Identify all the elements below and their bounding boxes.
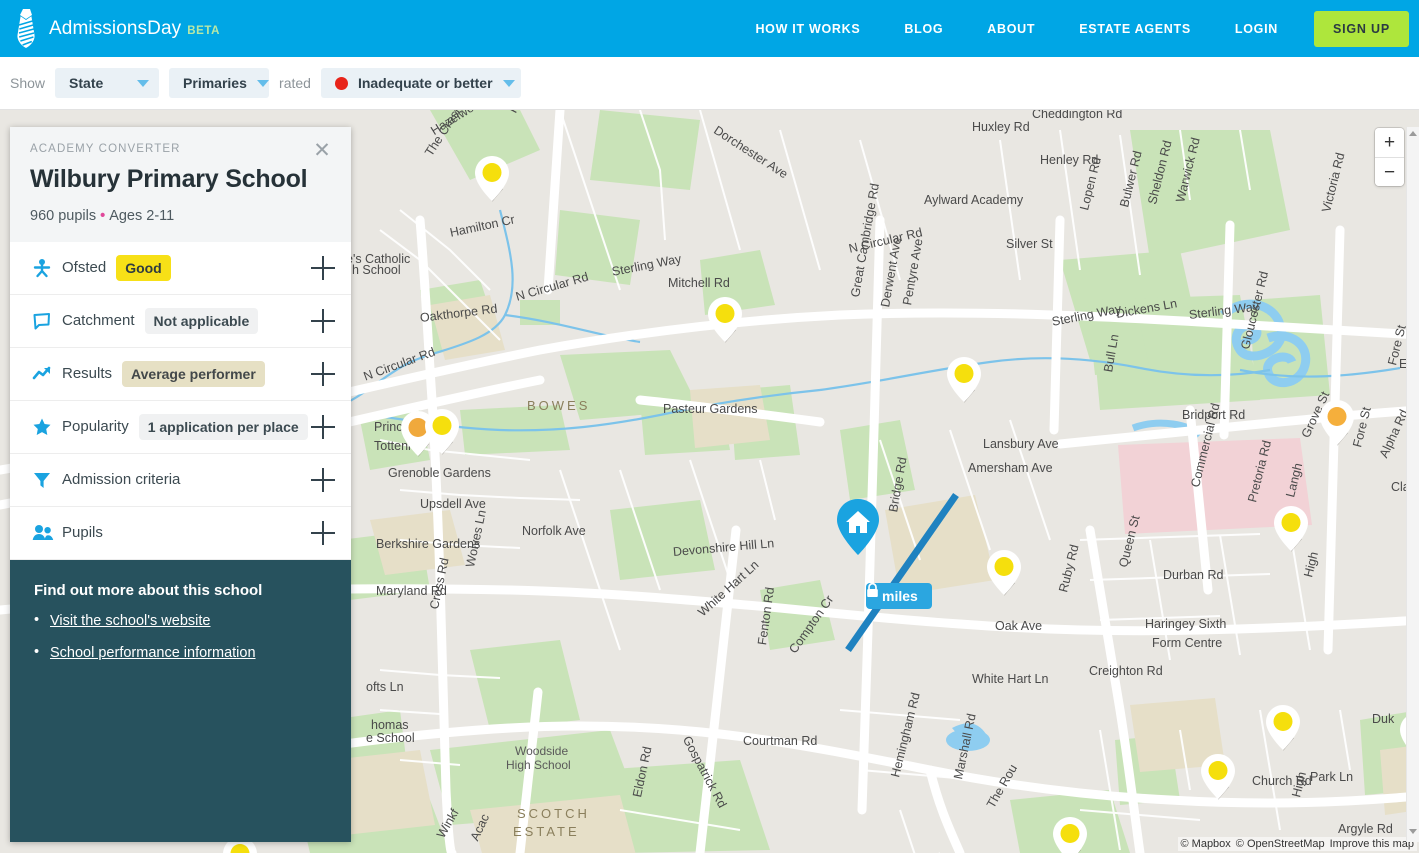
expand-pupils-button[interactable]: [311, 520, 335, 545]
brand-name: AdmissionsDay: [49, 17, 182, 39]
expand-results-button[interactable]: [311, 361, 335, 386]
row-label-results: Results: [62, 365, 113, 383]
expand-ofsted-button[interactable]: [311, 255, 335, 280]
phase-dropdown[interactable]: Primaries: [169, 68, 270, 98]
rating-value: Inadequate or better: [357, 75, 493, 91]
panel-scrollbar[interactable]: [1406, 127, 1419, 842]
age-range: Ages 2-11: [109, 207, 175, 224]
admission-funnel-icon: [32, 470, 58, 490]
school-type-kicker: ACADEMY CONVERTER: [30, 143, 181, 155]
home-pin-icon[interactable]: [835, 498, 881, 556]
catchment-value-badge: Not applicable: [144, 307, 259, 334]
school-pin-marker[interactable]: [707, 296, 743, 344]
nav-estate-agents[interactable]: ESTATE AGENTS: [1057, 22, 1213, 36]
beta-badge: BETA: [187, 24, 221, 37]
map-attribution: © Mapbox © OpenStreetMap Improve this ma…: [1177, 837, 1417, 851]
nav-about[interactable]: ABOUT: [965, 22, 1057, 36]
results-value-badge: Average performer: [122, 360, 265, 387]
school-attribute-rows: Ofsted Good Catchment Not applicable Res…: [10, 241, 351, 560]
results-trend-icon: [32, 364, 58, 384]
popularity-star-icon: [32, 417, 58, 437]
admissionsday-app: AdmissionsDay BETA HOW IT WORKS BLOG ABO…: [0, 0, 1419, 853]
school-pin-marker[interactable]: [1273, 505, 1309, 553]
rating-dot-icon: [334, 76, 348, 90]
school-meta: 960 pupils • Ages 2-11: [30, 208, 331, 224]
find-out-more-title: Find out more about this school: [34, 581, 263, 599]
chevron-down-icon: [256, 79, 269, 87]
row-ofsted[interactable]: Ofsted Good: [10, 242, 351, 295]
necktie-logo-icon: [12, 8, 40, 50]
row-admission-criteria[interactable]: Admission criteria: [10, 454, 351, 507]
school-pin-marker[interactable]: [424, 408, 460, 456]
scroll-up-arrow-icon[interactable]: [1409, 131, 1417, 136]
filter-bar: Show State Primaries rated Inadequate or…: [0, 57, 1419, 110]
list-item: Visit the school's website: [34, 612, 327, 629]
site-header: AdmissionsDay BETA HOW IT WORKS BLOG ABO…: [0, 0, 1419, 57]
zoom-out-button[interactable]: −: [1375, 157, 1404, 186]
main-nav: HOW IT WORKS BLOG ABOUT ESTATE AGENTS LO…: [733, 10, 1419, 47]
row-results[interactable]: Results Average performer: [10, 348, 351, 401]
nav-login[interactable]: LOGIN: [1213, 22, 1300, 36]
row-popularity[interactable]: Popularity 1 application per place: [10, 401, 351, 454]
nav-how-it-works[interactable]: HOW IT WORKS: [733, 22, 882, 36]
brand-logo[interactable]: AdmissionsDay BETA: [12, 8, 220, 50]
chevron-down-icon: [137, 79, 150, 87]
find-out-more-links: Visit the school's website School perfor…: [34, 612, 327, 661]
phase-value: Primaries: [183, 75, 247, 91]
find-out-more-section: Find out more about this school Visit th…: [10, 559, 351, 842]
row-label-catchment: Catchment: [62, 312, 135, 330]
funding-type-dropdown[interactable]: State: [55, 68, 160, 98]
school-pin-marker[interactable]: [1265, 704, 1301, 752]
list-item: School performance information: [34, 644, 327, 661]
show-label: Show: [10, 75, 46, 91]
row-label-ofsted: Ofsted: [62, 259, 107, 277]
funding-type-value: State: [69, 75, 104, 91]
school-detail-panel: ACADEMY CONVERTER Wilbury Primary School…: [10, 127, 351, 842]
close-icon[interactable]: ✕: [311, 140, 333, 163]
school-name: Wilbury Primary School: [30, 165, 308, 193]
school-website-link[interactable]: Visit the school's website: [50, 613, 210, 629]
school-performance-link[interactable]: School performance information: [50, 645, 256, 661]
row-label-pupils: Pupils: [62, 524, 103, 542]
school-pin-marker[interactable]: [986, 549, 1022, 597]
school-pin-marker[interactable]: [1200, 753, 1236, 801]
distance-badge[interactable]: miles: [866, 583, 932, 609]
row-catchment[interactable]: Catchment Not applicable: [10, 295, 351, 348]
catchment-bubble-icon: [32, 311, 58, 331]
ofsted-rating-badge: Good: [116, 254, 171, 281]
expand-popularity-button[interactable]: [311, 414, 335, 439]
scroll-down-arrow-icon[interactable]: [1409, 829, 1417, 834]
expand-catchment-button[interactable]: [311, 308, 335, 333]
sign-up-button[interactable]: SIGN UP: [1314, 10, 1409, 47]
row-label-admission-criteria: Admission criteria: [62, 471, 181, 489]
rated-label: rated: [279, 75, 311, 91]
chevron-down-icon: [502, 79, 515, 87]
pupil-count: 960 pupils: [30, 207, 97, 224]
attribution-osm[interactable]: © OpenStreetMap: [1236, 838, 1325, 850]
rating-dropdown[interactable]: Inadequate or better: [320, 68, 521, 98]
panel-header: ACADEMY CONVERTER Wilbury Primary School…: [10, 127, 351, 242]
pupils-people-icon: [32, 523, 58, 543]
distance-label: miles: [882, 588, 918, 604]
attribution-improve-map[interactable]: Improve this map: [1330, 838, 1414, 850]
school-pin-marker[interactable]: [474, 155, 510, 203]
map-zoom-controls: + −: [1375, 128, 1404, 186]
school-pin-marker[interactable]: [1319, 399, 1355, 447]
row-label-popularity: Popularity: [62, 418, 129, 436]
attribution-mapbox[interactable]: © Mapbox: [1181, 838, 1231, 850]
popularity-value-badge: 1 application per place: [138, 413, 308, 440]
row-pupils[interactable]: Pupils: [10, 507, 351, 560]
ofsted-person-icon: [32, 258, 58, 278]
meta-separator-dot: •: [100, 207, 106, 224]
expand-admission-criteria-button[interactable]: [311, 467, 335, 492]
school-pin-marker[interactable]: [946, 356, 982, 404]
zoom-in-button[interactable]: +: [1375, 128, 1404, 157]
nav-blog[interactable]: BLOG: [882, 22, 965, 36]
school-pin-marker[interactable]: [1052, 816, 1088, 853]
